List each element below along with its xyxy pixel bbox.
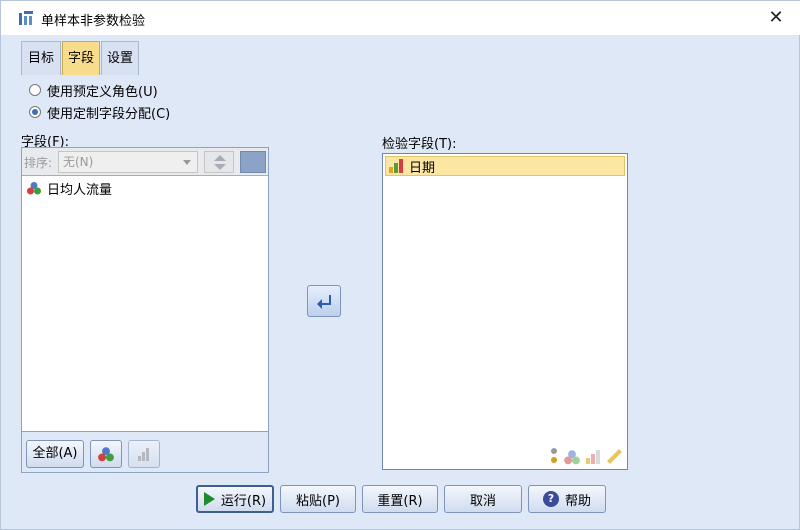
fields-tab-panel: 使用预定义角色(U) 使用定制字段分配(C) 字段(F): 检验字段(T): 排…	[11, 75, 789, 475]
ordinal-measure-icon	[389, 159, 403, 173]
sort-label: 排序:	[24, 156, 53, 170]
sort-value: 无(N)	[63, 155, 94, 169]
sort-direction-icon[interactable]	[204, 151, 234, 173]
predefined-roles-label: 使用预定义角色(U)	[47, 84, 158, 100]
sort-dropdown[interactable]: 无(N)	[58, 151, 198, 173]
app-icon	[19, 11, 33, 25]
measure-filter-icons	[549, 447, 623, 465]
nonparametric-test-dialog: 单样本非参数检验 ✕ 目标 字段 设置 使用预定义角色(U) 使用定制字段分配(…	[0, 0, 800, 530]
ordinal-stack-icon	[551, 448, 557, 463]
list-item[interactable]: 日均人流量	[26, 178, 116, 198]
arrow-left-icon	[317, 295, 331, 309]
select-all-button[interactable]: 全部(A)	[26, 440, 84, 468]
paste-button[interactable]: 粘贴(P)	[280, 485, 356, 513]
run-label: 运行(R)	[220, 493, 267, 509]
move-field-button[interactable]	[307, 285, 341, 317]
title-bar: 单样本非参数检验 ✕	[1, 1, 800, 35]
tab-target[interactable]: 目标	[21, 41, 61, 75]
reset-button[interactable]: 重置(R)	[362, 485, 438, 513]
cancel-button[interactable]: 取消	[444, 485, 522, 513]
window-title: 单样本非参数检验	[41, 14, 146, 29]
select-nominal-button[interactable]	[90, 440, 122, 468]
field-name: 日期	[409, 160, 436, 176]
test-fields-list[interactable]: 日期	[382, 153, 628, 470]
radio-icon[interactable]	[29, 84, 41, 96]
help-icon: ?	[542, 491, 559, 507]
help-button[interactable]: ? 帮助	[528, 485, 606, 513]
tab-fields[interactable]: 字段	[62, 41, 100, 75]
fields-panel: 排序: 无(N) 日均人流量 全部(A)	[21, 147, 269, 473]
chevron-down-icon	[183, 160, 191, 165]
nominal-measure-icon	[564, 450, 580, 465]
run-button[interactable]: 运行(R)	[196, 485, 274, 513]
predefined-roles-option[interactable]: 使用预定义角色(U)	[29, 81, 158, 100]
select-scale-button[interactable]	[128, 440, 160, 468]
test-fields-label: 检验字段(T):	[382, 137, 457, 152]
list-item[interactable]: 日期	[385, 156, 625, 176]
fields-list[interactable]: 日均人流量	[22, 176, 268, 432]
close-icon[interactable]: ✕	[765, 7, 787, 29]
tab-settings[interactable]: 设置	[101, 41, 139, 75]
sort-field-type-icon[interactable]	[240, 151, 266, 173]
ruler-icon	[607, 449, 622, 464]
custom-assignment-label: 使用定制字段分配(C)	[47, 106, 171, 122]
run-icon	[203, 492, 215, 506]
sort-bar: 排序: 无(N)	[22, 148, 268, 176]
custom-assignment-option[interactable]: 使用定制字段分配(C)	[29, 103, 171, 122]
radio-selected-icon[interactable]	[29, 106, 41, 118]
nominal-measure-icon	[98, 447, 114, 462]
ordinal-measure-icon	[586, 450, 600, 464]
help-label: 帮助	[564, 493, 591, 509]
scale-measure-icon	[138, 448, 149, 461]
field-name: 日均人流量	[47, 182, 113, 198]
nominal-measure-icon	[27, 182, 41, 195]
